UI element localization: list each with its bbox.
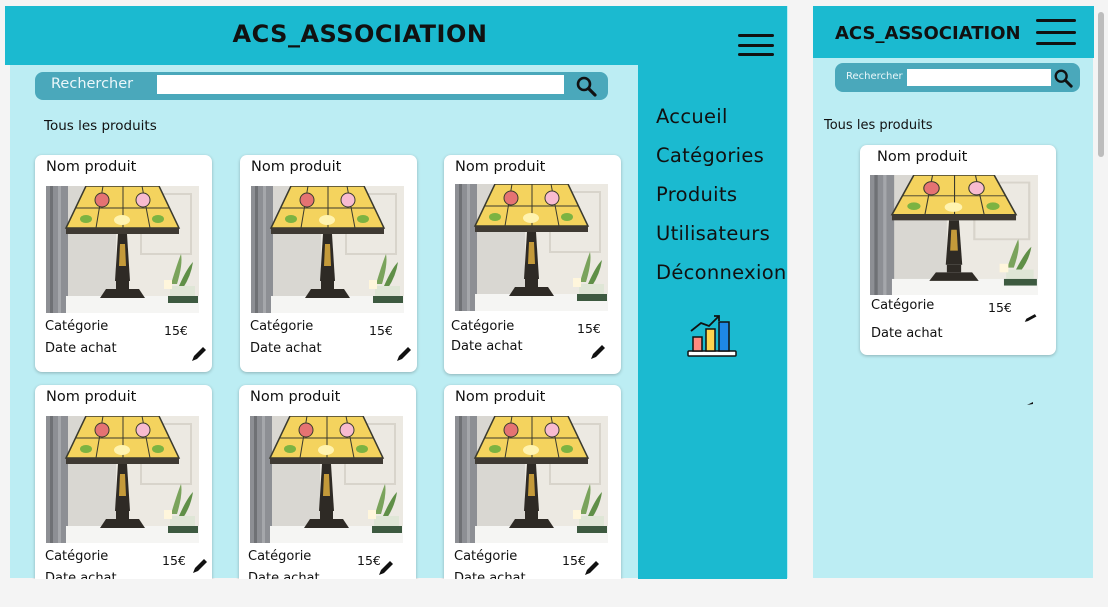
menu-item-categories[interactable]: Catégories xyxy=(656,144,764,167)
product-image xyxy=(870,175,1038,295)
product-category: Catégorie xyxy=(250,319,314,334)
edit-pencil-icon[interactable] xyxy=(1023,311,1039,325)
product-card[interactable]: Nom produit Catégorie 15€ Date achat xyxy=(35,385,212,595)
product-image xyxy=(455,416,608,543)
product-purchase-date: Date achat xyxy=(451,339,523,354)
product-card[interactable]: Nom produit Catégorie 15€ Date achat xyxy=(444,155,621,374)
side-menu: Accueil Catégories Produits Utilisateurs… xyxy=(638,65,787,585)
product-image xyxy=(46,416,199,543)
edit-pencil-icon[interactable] xyxy=(190,345,208,363)
search-label: Rechercher xyxy=(51,76,134,92)
product-category: Catégorie xyxy=(451,319,515,334)
mobile-search-bar: Rechercher xyxy=(835,63,1080,92)
product-purchase-date: Date achat xyxy=(250,341,322,356)
mobile-search-input[interactable] xyxy=(907,69,1051,86)
product-price: 15€ xyxy=(164,323,188,338)
product-name: Nom produit xyxy=(46,389,137,405)
desktop-header: ACS_ASSOCIATION xyxy=(5,6,787,65)
product-card[interactable]: Nom produit Catégorie 15€ Date achat xyxy=(240,155,417,372)
edit-pencil-icon[interactable] xyxy=(395,345,413,363)
edit-pencil-icon[interactable] xyxy=(589,343,607,361)
product-price: 15€ xyxy=(369,323,393,338)
bar-chart-stats-icon[interactable] xyxy=(686,313,738,359)
product-category: Catégorie xyxy=(45,549,109,564)
search-input[interactable] xyxy=(157,75,564,94)
mobile-header: ACS_ASSOCIATION xyxy=(813,6,1094,58)
product-image xyxy=(46,186,199,313)
product-price: 15€ xyxy=(988,300,1012,315)
search-bar: Rechercher xyxy=(35,72,608,100)
product-category: Catégorie xyxy=(454,549,518,564)
mobile-section-title: Tous les produits xyxy=(824,118,933,133)
mobile-search-icon[interactable] xyxy=(1053,68,1073,88)
mobile-app-title: ACS_ASSOCIATION xyxy=(835,23,1021,44)
hamburger-menu-icon[interactable] xyxy=(738,34,774,56)
product-category: Catégorie xyxy=(871,298,935,313)
product-name: Nom produit xyxy=(455,159,546,175)
product-image xyxy=(250,416,403,543)
app-title: ACS_ASSOCIATION xyxy=(232,20,488,48)
product-image xyxy=(251,186,404,313)
page-bottom-edge xyxy=(0,579,1108,607)
product-image xyxy=(455,184,608,311)
product-card[interactable]: Nom produit Catégorie 15€ Date achat xyxy=(35,155,212,372)
edit-pencil-icon[interactable] xyxy=(377,559,395,577)
product-price: 15€ xyxy=(577,321,601,336)
mobile-product-card[interactable]: Nom produit Catégorie 15€ Date achat xyxy=(860,145,1056,355)
product-name: Nom produit xyxy=(250,389,341,405)
search-icon[interactable] xyxy=(575,75,597,97)
mobile-hamburger-menu-icon[interactable] xyxy=(1036,19,1076,45)
product-purchase-date: Date achat xyxy=(45,341,117,356)
product-category: Catégorie xyxy=(45,319,109,334)
product-price: 15€ xyxy=(162,553,186,568)
section-title: Tous les produits xyxy=(44,118,157,134)
menu-item-produits[interactable]: Produits xyxy=(656,183,737,206)
product-card[interactable]: Nom produit Catégorie 15€ Date achat xyxy=(444,385,621,595)
product-category: Catégorie xyxy=(248,549,312,564)
edit-pencil-icon[interactable] xyxy=(583,559,601,577)
product-name: Nom produit xyxy=(251,159,342,175)
scrollbar[interactable] xyxy=(1098,12,1104,157)
product-name: Nom produit xyxy=(46,159,137,175)
product-purchase-date: Date achat xyxy=(871,326,943,341)
mobile-search-label: Rechercher xyxy=(846,71,903,82)
stray-mark-icon xyxy=(1027,402,1033,405)
product-name: Nom produit xyxy=(455,389,546,405)
menu-item-deconnexion[interactable]: Déconnexion xyxy=(656,261,787,284)
edit-pencil-icon[interactable] xyxy=(191,557,209,575)
menu-item-utilisateurs[interactable]: Utilisateurs xyxy=(656,222,770,245)
product-name: Nom produit xyxy=(877,149,968,165)
product-card[interactable]: Nom produit Catégorie 15€ Date achat xyxy=(239,385,416,595)
menu-item-accueil[interactable]: Accueil xyxy=(656,105,728,128)
